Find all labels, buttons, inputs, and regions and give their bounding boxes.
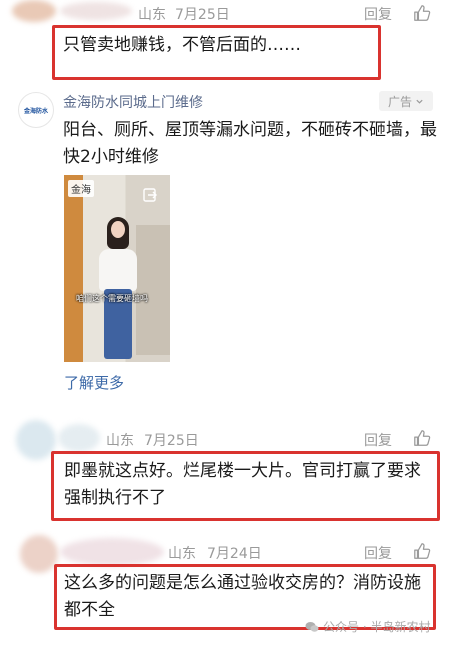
avatar[interactable]: 金海防水 xyxy=(18,92,54,128)
reply-button[interactable]: 回复 xyxy=(364,543,392,563)
ad-account-name[interactable]: 金海防水同城上门维修 xyxy=(63,92,203,112)
comment-date: 7月25日 xyxy=(144,433,199,449)
username-blurred[interactable] xyxy=(60,538,164,566)
username-blurred[interactable] xyxy=(58,424,100,452)
comment-text: 这么多的问题是怎么通过验收交房的？消防设施都不全 xyxy=(64,573,421,620)
ad-body-text: 阳台、厕所、屋顶等漏水问题，不砸砖不砸墙，最快2小时维修 xyxy=(63,120,437,167)
username-blurred[interactable] xyxy=(60,2,132,20)
comment-text: 只管卖地赚钱，不管后面的…… xyxy=(63,35,301,55)
thumbs-up-icon[interactable] xyxy=(413,4,431,22)
thumbs-up-icon[interactable] xyxy=(413,429,431,447)
watermark: 公众号 · 半岛新农村 xyxy=(305,618,430,635)
thumbs-up-icon[interactable] xyxy=(413,542,431,560)
ad-badge[interactable]: 广告 xyxy=(379,91,433,111)
ad-avatar-text: 金海防水 xyxy=(23,107,48,115)
comment-date: 7月25日 xyxy=(175,7,230,23)
comment-date: 7月24日 xyxy=(207,546,262,562)
learn-more-link[interactable]: 了解更多 xyxy=(64,372,124,393)
door-frame xyxy=(136,225,170,355)
video-caption: 咱们这个需要砸墙吗 xyxy=(76,294,148,303)
chevron-down-icon xyxy=(416,99,423,104)
comment-location: 山东 xyxy=(138,7,166,23)
comment-location: 山东 xyxy=(106,433,134,449)
comment-location: 山东 xyxy=(168,546,196,562)
ad-video[interactable]: 金海 咱们这个需要砸墙吗 xyxy=(64,175,170,362)
wechat-icon xyxy=(305,621,319,632)
comment-text: 即墨就这点好。烂尾楼一大片。官司打赢了要求强制执行不了 xyxy=(64,461,421,508)
video-tag: 金海 xyxy=(68,180,94,197)
ad-badge-label: 广告 xyxy=(387,94,412,109)
watermark-text: 公众号 · 半岛新农村 xyxy=(323,620,431,634)
avatar[interactable] xyxy=(16,420,56,460)
reply-button[interactable]: 回复 xyxy=(364,4,392,24)
person-shirt xyxy=(99,249,137,291)
person-face xyxy=(111,221,125,238)
avatar[interactable] xyxy=(12,0,56,22)
avatar[interactable] xyxy=(20,535,58,573)
reply-button[interactable]: 回复 xyxy=(364,430,392,450)
share-icon[interactable] xyxy=(142,187,158,203)
